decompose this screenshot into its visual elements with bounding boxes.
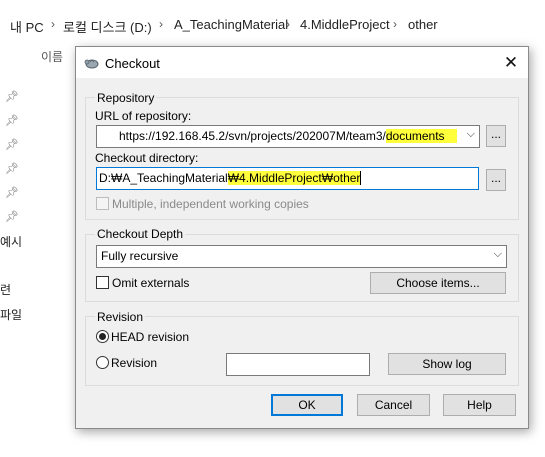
repository-group-label: Repository [95, 91, 157, 105]
depth-selected-value: Fully recursive [101, 249, 179, 263]
breadcrumb-middle-project[interactable]: 4.MiddleProject [300, 17, 390, 32]
choose-items-button[interactable]: Choose items... [370, 272, 506, 294]
checkout-directory-label: Checkout directory: [95, 151, 199, 165]
radio-selected-dot [99, 333, 106, 340]
close-icon[interactable]: ✕ [500, 52, 522, 74]
breadcrumb-local-disk[interactable]: 로컬 디스크 (D:) [63, 17, 152, 36]
revision-input[interactable] [226, 353, 370, 376]
directory-highlight-text: ₩4.MiddleProject₩other [227, 171, 361, 185]
multiple-working-copies-checkbox[interactable] [96, 197, 109, 210]
pin-icon: 📌︎ [5, 211, 19, 223]
revision-group-label: Revision [95, 310, 146, 324]
head-revision-radio[interactable] [96, 330, 109, 343]
chevron-down-icon[interactable]: ⌵ [494, 248, 502, 261]
sidebar-item-label[interactable]: 련 [0, 281, 11, 298]
help-button[interactable]: Help [443, 394, 516, 416]
pin-icon: 📌︎ [5, 115, 19, 127]
pin-icon: 📌︎ [5, 139, 19, 151]
head-revision-label: HEAD revision [111, 330, 190, 344]
directory-browse-button[interactable]: ... [486, 169, 506, 191]
pin-icon: 📌︎ [5, 187, 19, 199]
ok-button[interactable]: OK [271, 394, 343, 416]
url-text: https://192.168.45.2/svn/projects/202007… [119, 129, 386, 143]
sidebar-item-label[interactable]: 파일 [0, 306, 22, 323]
directory-text: D:₩A_TeachingMaterial [99, 171, 228, 185]
omit-externals-label: Omit externals [112, 276, 190, 290]
breadcrumb-teaching-material[interactable]: A_TeachingMaterial [174, 17, 288, 32]
cancel-button[interactable]: Cancel [357, 394, 430, 416]
depth-select[interactable]: Fully recursive ⌵ [96, 245, 507, 268]
omit-externals-checkbox[interactable] [96, 276, 109, 289]
breadcrumb-separator: › [286, 17, 290, 31]
chevron-down-icon[interactable]: ⌵ [467, 128, 475, 141]
pin-icon: 📌︎ [5, 163, 19, 175]
breadcrumb-separator: › [393, 17, 397, 31]
column-header-name[interactable]: 이름 [41, 48, 63, 65]
pin-icon: 📌︎ [5, 91, 19, 103]
url-browse-button[interactable]: ... [486, 125, 506, 147]
checkout-dialog: Checkout ✕ Repository URL of repository:… [75, 46, 529, 429]
checkout-directory-input[interactable]: D:₩A_TeachingMaterial₩4.MiddleProject₩ot… [96, 167, 479, 190]
breadcrumb-separator: › [51, 17, 55, 31]
url-highlight-text: documents [385, 129, 457, 143]
breadcrumb-other[interactable]: other [408, 17, 438, 32]
show-log-button[interactable]: Show log [388, 353, 506, 375]
tortoise-icon [84, 59, 99, 69]
title-bar: Checkout ✕ [76, 47, 528, 78]
breadcrumb-separator: › [159, 17, 163, 31]
breadcrumb-this-pc[interactable]: 내 PC [10, 17, 44, 36]
url-combo[interactable]: https://192.168.45.2/svn/projects/202007… [96, 125, 480, 148]
revision-label: Revision [111, 356, 158, 370]
url-label: URL of repository: [95, 109, 192, 123]
revision-radio[interactable] [96, 356, 109, 369]
sidebar-item-label[interactable]: 예시 [0, 233, 22, 250]
checkout-depth-group-label: Checkout Depth [95, 227, 186, 241]
dialog-title: Checkout [105, 56, 160, 71]
multiple-working-copies-label: Multiple, independent working copies [112, 197, 309, 211]
